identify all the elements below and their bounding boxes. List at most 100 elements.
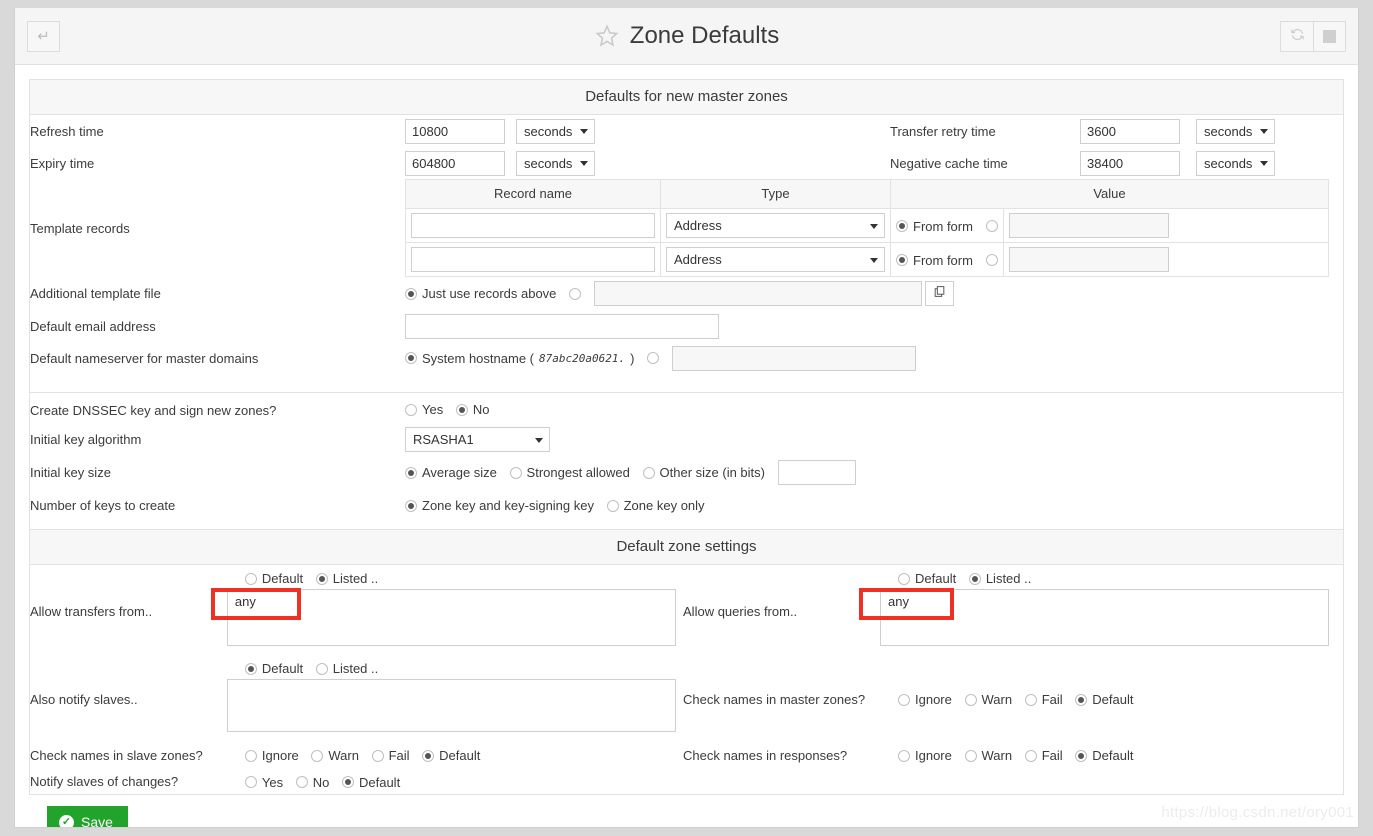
radio-dot: [455, 403, 468, 416]
transfer-retry-time-input[interactable]: [1080, 118, 1180, 144]
key-size-other-radio[interactable]: Other size (in bits): [642, 465, 765, 480]
key-size-average-label: Average size: [422, 465, 497, 480]
negative-cache-unit-select[interactable]: seconds: [1196, 150, 1275, 176]
expiry-time-unit-select[interactable]: seconds: [516, 150, 595, 176]
notify-slaves-no-radio[interactable]: No: [295, 775, 329, 790]
record-type-select-0[interactable]: Address: [666, 213, 885, 238]
template-records-table: Record name Type Value Address From form…: [405, 179, 1330, 277]
check-slave-default-radio[interactable]: Default: [422, 748, 480, 763]
also-notify-textarea[interactable]: [226, 679, 676, 733]
allow-queries-textarea[interactable]: [880, 589, 1329, 647]
nameserver-system-hostname-radio[interactable]: System hostname ( 87abc20a0621. ): [405, 351, 634, 366]
default-email-address-input[interactable]: [405, 313, 719, 339]
label-check-names-master: Check names in master zones?: [683, 691, 866, 707]
key-size-other-input[interactable]: [777, 460, 856, 485]
titlebar: ↵ Zone Defaults: [15, 8, 1358, 65]
radio-dot: [244, 749, 257, 762]
template-file-just-use-records-label: Just use records above: [422, 286, 557, 301]
chevron-down-icon: [870, 257, 878, 263]
stop-button[interactable]: [1313, 20, 1346, 52]
check-responses-fail-radio[interactable]: Fail: [1024, 748, 1063, 764]
also-notify-listed-radio[interactable]: Listed ..: [315, 661, 378, 676]
value-mode-custom-0[interactable]: [985, 220, 998, 233]
dnssec-no-radio[interactable]: No: [455, 402, 489, 417]
radio-dot: [295, 776, 308, 789]
check-slave-warn-radio[interactable]: Warn: [311, 748, 359, 763]
back-button[interactable]: ↵: [27, 20, 60, 52]
allow-queries-listed-radio[interactable]: Listed ..: [968, 571, 1031, 586]
label-template-records: Template records: [30, 220, 130, 236]
cell-value: [1002, 242, 1330, 277]
refresh-time-input[interactable]: [405, 118, 505, 144]
row-number-of-keys: Number of keys to create Zone key and ke…: [30, 489, 1343, 521]
value-mode-label-1: From form: [913, 252, 973, 268]
template-file-just-use-records-radio[interactable]: Just use records above: [405, 286, 556, 301]
record-name-input-0[interactable]: [411, 213, 655, 238]
template-file-input[interactable]: [593, 281, 922, 306]
radio-dot: [315, 662, 328, 675]
check-responses-ignore-radio[interactable]: Ignore: [898, 748, 952, 763]
transfer-retry-unit-select[interactable]: seconds: [1196, 118, 1275, 144]
record-type-select-1[interactable]: Address: [666, 247, 885, 272]
check-responses-warn-radio[interactable]: Warn: [964, 748, 1012, 763]
master-zone-fields: Refresh time seconds Transfer retry time: [30, 115, 1343, 179]
allow-queries-default-radio[interactable]: Default: [898, 571, 956, 586]
key-size-strongest-radio[interactable]: Strongest allowed: [509, 465, 630, 480]
nameserver-custom-input[interactable]: [671, 345, 916, 371]
check-master-warn-label: Warn: [981, 692, 1013, 708]
also-notify-default-radio[interactable]: Default: [244, 661, 303, 676]
key-size-strongest-label: Strongest allowed: [526, 465, 630, 480]
value-mode-from-form-0[interactable]: From form: [896, 219, 973, 234]
initial-key-algorithm-select[interactable]: RSASHA1: [405, 427, 550, 452]
initial-key-algorithm-value: RSASHA1: [413, 432, 474, 447]
radio-dot: [405, 403, 417, 416]
row-key-size: Initial key size Average size Strongest …: [30, 456, 1343, 489]
section-header-master-zones: Defaults for new master zones: [30, 80, 1343, 115]
radio-dot: [1075, 749, 1088, 762]
allow-transfers-textarea[interactable]: [226, 589, 676, 647]
radio-dot: [898, 749, 910, 762]
notify-slaves-default-radio[interactable]: Default: [341, 775, 400, 790]
record-value-input-1[interactable]: [1008, 247, 1169, 272]
table-row: Address From form: [405, 208, 1330, 243]
expiry-time-input[interactable]: [405, 150, 505, 176]
check-master-options: Ignore Warn Fail Default: [880, 691, 1343, 707]
dnssec-yes-radio[interactable]: Yes: [405, 402, 443, 417]
check-master-warn-radio[interactable]: Warn: [964, 692, 1013, 708]
label-expiry-time: Expiry time: [30, 155, 95, 171]
radio-dot: [244, 776, 257, 789]
file-chooser-button[interactable]: [925, 281, 955, 306]
check-master-fail-radio[interactable]: Fail: [1024, 692, 1063, 707]
cell-value-mode: From form: [890, 208, 1004, 243]
value-mode-from-form-1[interactable]: From form: [896, 253, 973, 268]
record-value-input-0[interactable]: [1008, 213, 1169, 238]
allow-transfers-default-radio[interactable]: Default: [244, 571, 303, 586]
radio-dot: [898, 693, 910, 706]
template-records-header-row: Record name Type Value: [405, 179, 1329, 209]
notify-slaves-yes-radio[interactable]: Yes: [244, 775, 283, 790]
check-responses-fail-label: Fail: [1041, 748, 1063, 764]
check-slave-fail-radio[interactable]: Fail: [371, 748, 410, 763]
num-keys-zone-only-radio[interactable]: Zone key only: [606, 498, 705, 513]
radio-dot: [647, 352, 660, 364]
radio-dot: [1075, 693, 1088, 706]
cell-record-name: [405, 208, 661, 243]
key-size-average-radio[interactable]: Average size: [405, 465, 497, 480]
check-responses-default-radio[interactable]: Default: [1075, 748, 1133, 763]
check-slave-ignore-radio[interactable]: Ignore: [244, 748, 299, 763]
label-check-names-responses: Check names in responses?: [683, 747, 848, 763]
chevron-down-icon: [1260, 129, 1268, 134]
save-button[interactable]: ✓ Save: [47, 806, 128, 827]
template-file-custom-radio[interactable]: [569, 287, 582, 300]
cell-type: Address: [660, 242, 891, 277]
num-keys-both-radio[interactable]: Zone key and key-signing key: [405, 498, 594, 513]
check-master-default-radio[interactable]: Default: [1075, 692, 1133, 707]
check-master-ignore-radio[interactable]: Ignore: [898, 692, 952, 707]
negative-cache-time-input[interactable]: [1080, 150, 1180, 176]
value-mode-custom-1[interactable]: [985, 254, 998, 267]
allow-transfers-listed-radio[interactable]: Listed ..: [315, 571, 378, 586]
record-name-input-1[interactable]: [411, 247, 655, 272]
refresh-button[interactable]: [1280, 20, 1313, 52]
refresh-time-unit-select[interactable]: seconds: [516, 118, 595, 144]
nameserver-custom-radio[interactable]: [647, 352, 660, 364]
